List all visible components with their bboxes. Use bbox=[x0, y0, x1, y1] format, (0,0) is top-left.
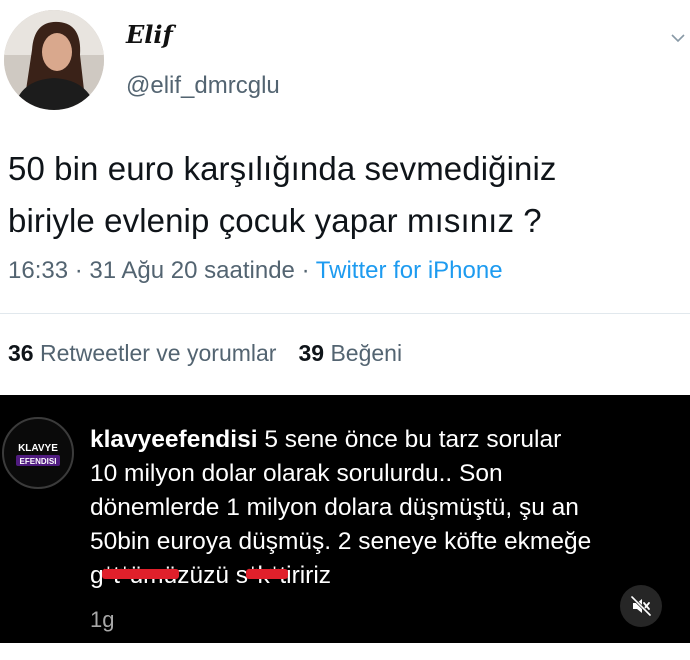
tweet-source-link[interactable]: Twitter for iPhone bbox=[316, 257, 503, 284]
comment-line: 10 milyon dolar olarak sorulurdu.. Son bbox=[90, 460, 503, 487]
retweets-count: 36 bbox=[8, 340, 34, 366]
commenter-avatar[interactable]: KLAVYE EFENDISI bbox=[2, 417, 74, 489]
bottom-margin bbox=[0, 643, 690, 660]
chevron-down-icon[interactable] bbox=[670, 30, 686, 46]
comment-username[interactable]: klavyeefendisi bbox=[90, 426, 258, 453]
tweet-text: 50 bin euro karşılığında sevmediğiniz bi… bbox=[8, 143, 690, 247]
profile-photo bbox=[4, 10, 104, 110]
tweet-text-line: biriyle evlenip çocuk yapar mısınız ? bbox=[8, 202, 542, 239]
retweets-label: Retweetler ve yorumlar bbox=[39, 340, 277, 366]
comment-line: dönemlerde 1 milyon dolara düşmüştü, şu … bbox=[90, 494, 579, 521]
retweets-stat[interactable]: 36 Retweetler ve yorumlar bbox=[8, 340, 276, 366]
logo-text-bottom: EFENDISI bbox=[20, 457, 57, 466]
comment-line: 50bin euroya düşmüş. 2 seneye köfte ekme… bbox=[90, 528, 592, 555]
tweet-card: Elif @elif_dmrcglu 50 bin euro karşılığı… bbox=[0, 0, 690, 395]
likes-count: 39 bbox=[298, 340, 325, 366]
comment-line: 5 sene önce bu tarz sorular bbox=[264, 426, 562, 453]
censor-bar: *k*t bbox=[245, 559, 289, 593]
profile-avatar[interactable] bbox=[4, 10, 104, 110]
tweet-text-line: 50 bin euro karşılığında sevmediğiniz bbox=[8, 150, 557, 187]
user-handle[interactable]: @elif_dmrcglu bbox=[126, 72, 280, 100]
tweet-stats: 36 Retweetler ve yorumlar 39 Beğeni bbox=[8, 340, 402, 367]
comment-text: klavyeefendisi 5 sene önce bu tarz sorul… bbox=[90, 423, 680, 593]
tweet-timestamp[interactable]: 16:33 · 31 Ağu 20 saatinde · bbox=[8, 257, 316, 284]
divider bbox=[0, 313, 690, 314]
comment-time: 1g bbox=[90, 607, 115, 632]
censor-bar: *t*ümü bbox=[101, 559, 179, 593]
likes-label: Beğeni bbox=[330, 340, 403, 366]
mute-button[interactable] bbox=[620, 585, 662, 627]
comment-fragment: iririz bbox=[286, 562, 332, 589]
commenter-logo: KLAVYE EFENDISI bbox=[16, 443, 60, 466]
comment-fragment: züzü bbox=[177, 562, 236, 589]
instagram-comment: KLAVYE EFENDISI klavyeefendisi 5 sene ön… bbox=[0, 395, 690, 643]
speaker-muted-icon bbox=[630, 595, 652, 617]
display-name[interactable]: Elif bbox=[126, 20, 173, 49]
comment-line-censored: g*t*ümüzüzü s*k*tiririz bbox=[90, 559, 680, 593]
tweet-meta: 16:33 · 31 Ağu 20 saatinde · Twitter for… bbox=[8, 257, 503, 285]
likes-stat[interactable]: 39 Beğeni bbox=[298, 340, 402, 366]
logo-text-top: KLAVYE bbox=[18, 443, 58, 454]
